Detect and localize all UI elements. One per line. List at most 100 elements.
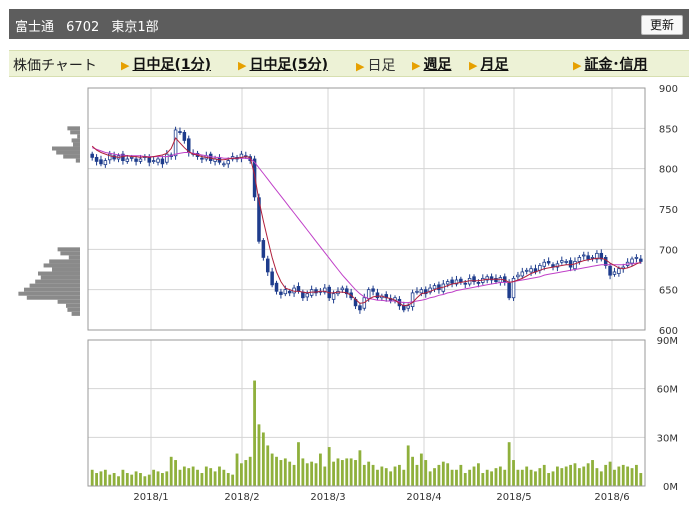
volume-bar [472, 466, 476, 486]
volume-bar [635, 464, 638, 486]
volume-bar [398, 464, 401, 486]
volume-bar [367, 461, 371, 486]
volume-bar [152, 469, 156, 486]
candle-down [568, 260, 573, 268]
volume-bar [608, 461, 612, 486]
volume-bar [573, 463, 577, 486]
volume-bar [490, 471, 493, 486]
volume-bar [582, 466, 586, 486]
profile-bar [29, 283, 81, 288]
candle-up [432, 285, 437, 290]
volume-tick-label: 90M [657, 336, 678, 347]
candle-up [516, 274, 520, 278]
price-tick-label: 650 [659, 286, 678, 297]
profile-bar [56, 150, 80, 155]
candle-down [507, 282, 511, 299]
volume-bar [248, 456, 252, 486]
candle-up [406, 305, 410, 309]
profile-bar [57, 247, 80, 252]
volume-bar [520, 469, 524, 486]
candle-up [173, 129, 178, 157]
volume-bar [551, 471, 555, 486]
volume-bar [534, 471, 537, 486]
profile-bar [35, 279, 80, 284]
volume-tick-label: 60M [657, 385, 678, 396]
profile-bar [24, 287, 80, 292]
moving-average-short [91, 137, 641, 307]
volume-bar [340, 460, 344, 486]
volume-bar [349, 458, 353, 486]
volume-bar [121, 469, 125, 486]
candle-up [331, 293, 336, 300]
profile-bar [71, 138, 80, 143]
volume-bar [336, 458, 340, 486]
volume-bar [156, 471, 160, 486]
volume-bar [529, 469, 533, 486]
volume-bar [139, 473, 142, 486]
volume-bar [174, 460, 177, 486]
candle-up [634, 256, 639, 259]
volume-bar [292, 464, 296, 486]
candle-down [270, 271, 274, 286]
volume-bar [498, 466, 502, 486]
profile-bar [43, 263, 80, 268]
price-tick-label: 750 [659, 205, 678, 216]
date-tick-label: 2018/3 [310, 492, 345, 503]
volume-bar [130, 474, 134, 486]
candle-down [99, 159, 103, 165]
profile-bar [67, 126, 80, 131]
candle-up [581, 254, 586, 257]
date-tick-label: 2018/4 [406, 492, 441, 503]
volume-bar [218, 466, 221, 486]
volume-bar [450, 469, 454, 486]
volume-bar [586, 463, 590, 486]
candle-down [358, 305, 362, 311]
volume-bar [577, 468, 581, 486]
profile-bar [67, 307, 80, 312]
volume-bar [441, 461, 445, 486]
volume-bar [270, 453, 274, 486]
volume-bar [437, 464, 441, 486]
volume-bar [626, 466, 630, 486]
volume-bar [275, 456, 278, 486]
volume-bar [621, 464, 625, 486]
volume-bar [468, 469, 472, 486]
volume-bar [556, 466, 559, 486]
volume-bar [240, 463, 243, 486]
volume-bar [143, 476, 147, 486]
date-tick-label: 2018/1 [133, 492, 168, 503]
price-tick-label: 700 [659, 245, 678, 256]
moving-average-long [92, 147, 641, 304]
volume-bar [419, 453, 423, 486]
volume-bar [503, 469, 507, 486]
volume-bar [542, 464, 546, 486]
profile-bar [40, 275, 80, 280]
volume-bar [222, 469, 226, 486]
volume-bar [165, 471, 169, 486]
candle-up [573, 261, 577, 270]
price-tick-label: 850 [659, 124, 678, 135]
candle-down [208, 153, 213, 162]
volume-bar [547, 473, 551, 486]
volume-bar [112, 473, 116, 486]
candle-up [617, 268, 621, 274]
volume-bar [630, 468, 634, 486]
volume-bar [613, 469, 616, 486]
volume-bar [283, 458, 287, 486]
date-tick-label: 2018/2 [224, 492, 259, 503]
candle-down [287, 290, 292, 294]
volume-bar [538, 468, 542, 486]
candle-down [301, 291, 305, 299]
volume-bar [494, 468, 498, 486]
candle-down [94, 156, 99, 162]
volume-bar [376, 469, 379, 486]
volume-bar [266, 445, 270, 486]
volume-bar [161, 473, 164, 486]
candle-up [340, 287, 345, 291]
candle-up [520, 271, 525, 277]
candle-up [630, 258, 634, 264]
volume-bar [332, 461, 335, 486]
candle-up [305, 293, 310, 298]
volume-bar [288, 461, 292, 486]
volume-bar [200, 473, 204, 486]
